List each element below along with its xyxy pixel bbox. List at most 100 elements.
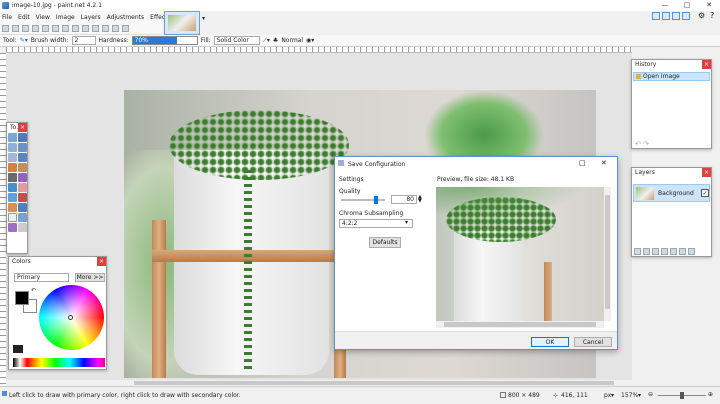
close-icon[interactable]: × [702,168,711,177]
chroma-select[interactable]: 4:2:2 [339,219,413,228]
lasso-icon[interactable] [8,143,17,152]
maximize-button[interactable]: □ [676,0,698,11]
close-icon[interactable]: × [702,60,711,69]
paste-icon[interactable] [62,25,69,32]
preview-hscrollbar[interactable] [436,321,604,328]
image-tab-thumbnail[interactable] [164,11,200,35]
layer-visibility-checkbox[interactable]: ✓ [701,189,709,197]
layer-properties-icon[interactable] [688,248,695,255]
zoom-out-icon[interactable]: ⊖ [648,391,653,398]
move-layer-down-icon[interactable] [679,248,686,255]
duplicate-layer-icon[interactable] [652,248,659,255]
text-icon[interactable] [8,213,17,222]
undo-icon[interactable] [92,25,99,32]
current-tool-icon[interactable]: ✎▾ [20,37,28,44]
ruler-icon[interactable] [122,25,129,32]
swap-colors-icon[interactable]: ↶ [31,287,36,294]
recolor-icon[interactable] [18,203,27,212]
menu-image[interactable]: Image [56,14,75,21]
merge-layer-icon[interactable] [661,248,668,255]
menu-edit[interactable]: Edit [18,14,30,21]
alpha-icon[interactable]: ◉▾ [306,37,314,44]
tools-toggle-icon[interactable] [652,12,660,20]
history-undo-redo-icons[interactable]: ↶ ↷ [635,140,649,148]
dialog-close-icon[interactable]: ✕ [601,159,607,167]
magic-wand-icon[interactable] [8,163,17,172]
rectangle-select-icon[interactable] [8,133,17,142]
palette-menu-icon[interactable] [13,345,23,353]
history-item[interactable]: Open Image [633,72,710,81]
close-window-button[interactable]: ✕ [698,0,720,11]
paint-bucket-icon[interactable] [8,173,17,182]
close-icon[interactable]: × [97,257,106,266]
tab-dropdown-icon[interactable]: ▾ [202,15,205,22]
print-icon[interactable] [32,25,39,32]
brush-width-select[interactable]: 2 [71,36,96,45]
layers-toggle-icon[interactable] [672,12,680,20]
hardness-slider[interactable]: 70% [131,36,198,45]
delete-layer-icon[interactable] [643,248,650,255]
history-toggle-icon[interactable] [662,12,670,20]
quality-input[interactable]: 80 [391,195,417,204]
quality-slider[interactable] [341,196,385,204]
ellipse-select-icon[interactable] [8,153,17,162]
menu-layers[interactable]: Layers [81,14,101,21]
help-icon[interactable]: ? [710,11,714,20]
defaults-button[interactable]: Defaults [369,237,401,248]
gradient-icon[interactable] [18,173,27,182]
chevron-down-icon[interactable]: ▾ [638,392,641,399]
grid-icon[interactable] [112,25,119,32]
redo-icon[interactable] [102,25,109,32]
menu-adjustments[interactable]: Adjustments [107,14,145,21]
close-icon[interactable]: × [18,123,27,132]
fill-select[interactable]: Solid Color [213,36,260,45]
settings-gear-icon[interactable]: ⚙ [698,11,705,20]
quality-slider-thumb[interactable] [374,196,379,204]
line-curve-icon[interactable] [18,213,27,222]
quality-spin-icon[interactable]: ▲ ▼ [418,195,422,204]
dialog-maximize-icon[interactable]: □ [579,159,586,167]
color-mode-select[interactable]: Primary [14,273,69,282]
scrollbar-thumb[interactable] [444,322,596,327]
zoom-icon[interactable] [18,153,27,162]
blend-mode-select[interactable]: Normal [281,37,303,44]
ok-button[interactable]: OK [531,337,569,347]
more-colors-button[interactable]: More >> [75,273,105,282]
deselect-icon[interactable] [82,25,89,32]
move-layer-up-icon[interactable] [670,248,677,255]
more-tools-icon[interactable] [18,223,27,232]
color-palette[interactable] [13,358,105,367]
zoom-slider-thumb[interactable] [680,392,684,399]
color-picker-icon[interactable] [18,193,27,202]
crop-icon[interactable] [72,25,79,32]
scrollbar-thumb[interactable] [605,195,610,309]
layer-row[interactable]: Background ✓ [633,184,710,202]
menu-view[interactable]: View [36,14,50,21]
zoom-in-icon[interactable]: ⊕ [708,391,713,398]
cancel-button[interactable]: Cancel [574,337,612,347]
color-wheel-cursor[interactable] [68,315,73,320]
minimize-button[interactable]: — [654,0,676,11]
save-file-icon[interactable] [22,25,29,32]
pan-icon[interactable] [18,163,27,172]
new-file-icon[interactable] [2,25,9,32]
eraser-icon[interactable] [18,183,27,192]
move-icon[interactable] [18,143,27,152]
scrollbar-thumb[interactable] [134,381,614,385]
move-selection-icon[interactable] [18,133,27,142]
copy-icon[interactable] [52,25,59,32]
clone-stamp-icon[interactable] [8,203,17,212]
chevron-down-icon[interactable]: ▾ [611,392,614,399]
open-file-icon[interactable] [12,25,19,32]
antialias-icon[interactable]: ⟋▾ [263,37,270,45]
colors-toggle-icon[interactable] [682,12,690,20]
preview-vscrollbar[interactable] [604,187,611,321]
zoom-value[interactable]: 157% [621,392,638,399]
pencil-icon[interactable] [8,193,17,202]
paintbrush-icon[interactable] [8,183,17,192]
add-layer-icon[interactable] [634,248,641,255]
shapes-icon[interactable] [8,223,17,232]
menu-file[interactable]: File [2,14,12,21]
primary-color-swatch[interactable] [15,291,29,305]
cut-icon[interactable] [42,25,49,32]
